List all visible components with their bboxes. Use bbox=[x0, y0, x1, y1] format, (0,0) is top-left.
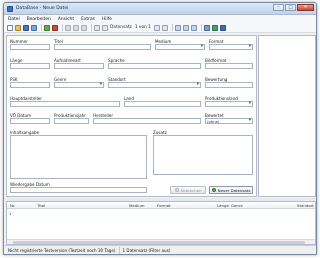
next-record-icon[interactable] bbox=[153, 24, 160, 31]
menu-extras[interactable]: Extras bbox=[81, 17, 95, 22]
status-records: 1 Datensatz (Filter aus) bbox=[122, 247, 171, 253]
column-genre[interactable]: Genre bbox=[231, 203, 243, 208]
new-file-icon[interactable] bbox=[7, 24, 13, 31]
open-folder-icon[interactable] bbox=[15, 24, 21, 31]
land-field[interactable] bbox=[124, 101, 201, 107]
print-icon[interactable] bbox=[31, 24, 37, 31]
paste-icon[interactable] bbox=[81, 24, 87, 31]
maximize-button[interactable]: □ bbox=[285, 4, 296, 11]
produktionsland-select[interactable] bbox=[205, 101, 253, 107]
menu-bearbeiten[interactable]: Bearbeiten bbox=[27, 17, 51, 22]
row-marker[interactable]: 1 bbox=[9, 211, 11, 216]
bildformat-field[interactable] bbox=[205, 63, 253, 69]
close-button[interactable]: ✕ bbox=[297, 4, 314, 11]
record-list: Nr. Titel Medium Format Länge Genre Stan… bbox=[6, 201, 316, 245]
produktionsjahr-field[interactable] bbox=[54, 118, 89, 124]
toolbar-separator bbox=[171, 24, 173, 31]
menu-bar: Datei Bearbeiten Ansicht Extras Hilfe bbox=[4, 15, 316, 23]
record-position: 1 von 1 bbox=[134, 25, 151, 30]
column-titel[interactable]: Titel bbox=[37, 203, 45, 208]
toolbar: Datensatz 1 von 1 bbox=[4, 23, 316, 33]
column-format[interactable]: Format bbox=[157, 203, 171, 208]
status-license: Nicht registrierte Testversion (Testzeit… bbox=[8, 247, 116, 253]
scrollbar-thumb[interactable] bbox=[13, 241, 305, 244]
column-laenge[interactable]: Länge bbox=[217, 203, 229, 208]
cut-icon[interactable] bbox=[65, 24, 71, 31]
toolbar-separator bbox=[91, 24, 92, 31]
bewertung-field[interactable] bbox=[205, 82, 253, 88]
vo-datum-field[interactable] bbox=[10, 118, 50, 124]
view-icon[interactable] bbox=[203, 24, 210, 31]
toolbar-separator bbox=[62, 24, 63, 31]
titel-field[interactable] bbox=[54, 44, 151, 50]
abbrechen-label: Abbrechen bbox=[180, 187, 202, 193]
last-record-icon[interactable] bbox=[161, 24, 168, 31]
window-controls: – □ ✕ bbox=[272, 4, 314, 11]
menu-datei[interactable]: Datei bbox=[8, 17, 20, 22]
export-icon[interactable] bbox=[211, 24, 218, 31]
title-bar[interactable]: DataBase - Neue Datei – □ ✕ bbox=[4, 3, 316, 15]
neuer-datensatz-button[interactable]: Neuer Datensatz bbox=[209, 186, 253, 194]
sort-icon[interactable] bbox=[182, 24, 189, 31]
inhaltsangabe-textarea[interactable] bbox=[10, 135, 147, 179]
genre-select[interactable] bbox=[54, 82, 104, 88]
wiedergabe-datum-field[interactable] bbox=[10, 187, 147, 193]
abbrechen-button[interactable]: Abbrechen bbox=[170, 186, 206, 194]
toolbar-separator bbox=[200, 24, 202, 31]
add-record-icon bbox=[211, 188, 216, 192]
first-record-icon[interactable] bbox=[94, 24, 100, 31]
menu-ansicht[interactable]: Ansicht bbox=[58, 17, 74, 22]
column-standort[interactable]: Standort bbox=[297, 203, 314, 208]
save-icon[interactable] bbox=[23, 24, 29, 31]
sprache-field[interactable] bbox=[108, 63, 201, 69]
hauptdarsteller-field[interactable] bbox=[10, 101, 120, 107]
aufnahmeart-field[interactable] bbox=[54, 63, 104, 69]
column-nr[interactable]: Nr. bbox=[10, 203, 15, 208]
status-bar: Nicht registrierte Testversion (Testzeit… bbox=[4, 245, 316, 254]
record-form: Nummer Titel Medium Format Länge Aufnahm… bbox=[6, 35, 257, 197]
filter-icon[interactable] bbox=[174, 24, 181, 31]
bewertet-value: (ohne) bbox=[207, 119, 220, 124]
menu-hilfe[interactable]: Hilfe bbox=[102, 17, 112, 22]
app-window: DataBase - Neue Datei – □ ✕ Datei Bearbe… bbox=[3, 2, 317, 255]
hersteller-field[interactable] bbox=[93, 118, 201, 124]
help-icon[interactable] bbox=[219, 24, 226, 31]
laenge-field[interactable] bbox=[10, 63, 50, 69]
medium-select[interactable] bbox=[155, 44, 205, 50]
toolbar-separator bbox=[41, 24, 42, 31]
cancel-icon bbox=[174, 188, 179, 192]
record-label: Datensatz bbox=[110, 25, 132, 30]
delete-record-icon[interactable] bbox=[52, 24, 58, 31]
copy-icon[interactable] bbox=[73, 24, 79, 31]
add-record-icon[interactable] bbox=[44, 24, 50, 31]
zusatz-textarea[interactable] bbox=[153, 135, 253, 175]
bewertet-select[interactable]: (ohne) bbox=[205, 118, 253, 124]
status-separator bbox=[118, 246, 120, 254]
standort-select[interactable] bbox=[108, 82, 201, 88]
search-icon[interactable] bbox=[190, 24, 197, 31]
minimize-button[interactable]: – bbox=[273, 4, 284, 11]
fsk-field[interactable] bbox=[10, 82, 50, 88]
nummer-field[interactable] bbox=[10, 44, 50, 50]
list-header: Nr. Titel Medium Format Länge Genre Stan… bbox=[7, 202, 315, 209]
horizontal-scrollbar[interactable] bbox=[7, 239, 315, 244]
side-panel bbox=[258, 35, 316, 197]
format-select[interactable] bbox=[209, 44, 253, 50]
window-title: DataBase - Neue Datei bbox=[16, 6, 69, 11]
column-medium[interactable]: Medium bbox=[129, 203, 145, 208]
prev-record-icon[interactable] bbox=[102, 24, 108, 31]
app-icon bbox=[7, 5, 13, 12]
neuer-datensatz-label: Neuer Datensatz bbox=[217, 187, 251, 193]
